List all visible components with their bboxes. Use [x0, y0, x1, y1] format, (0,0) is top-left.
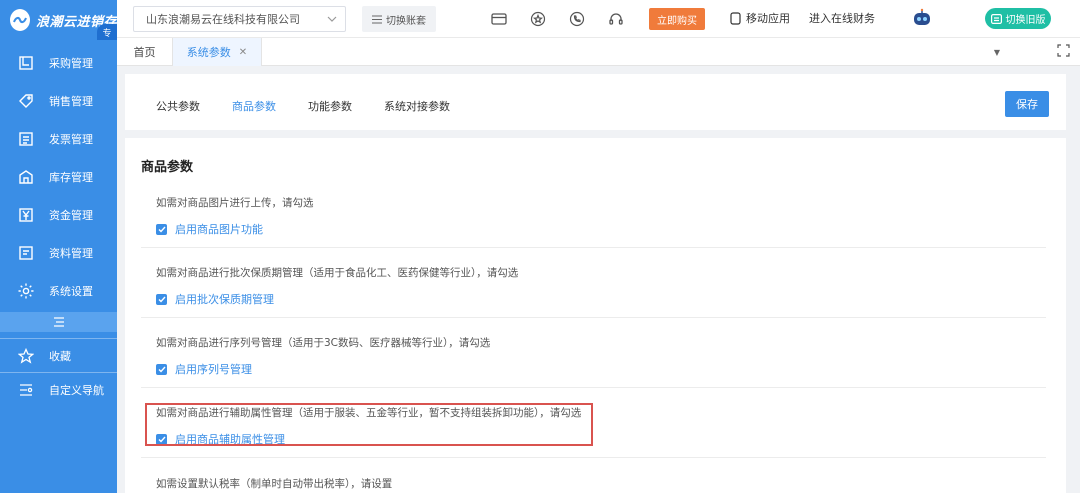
scrollbar[interactable]: [1074, 66, 1080, 493]
assistant-robot-icon[interactable]: [911, 8, 933, 30]
option-description: 如需设置默认税率（制单时自动带出税率），请设置: [156, 478, 393, 490]
switch-old-label: 切换旧版: [1005, 15, 1046, 26]
checkbox-checked-icon[interactable]: [156, 293, 167, 305]
nav-label: 自定义导航: [49, 383, 104, 397]
buy-now-button[interactable]: 立即购买: [649, 8, 705, 30]
nav-label: 资料管理: [49, 247, 93, 260]
yen-icon: [17, 206, 35, 224]
section-title: 商品参数: [141, 160, 194, 175]
save-button[interactable]: 保存: [1005, 91, 1049, 117]
close-icon[interactable]: ✕: [239, 47, 247, 58]
nav-item-settings[interactable]: 系统设置: [0, 272, 117, 310]
mobile-icon: [730, 11, 741, 25]
tab-home[interactable]: 首页: [117, 38, 172, 66]
option-checkbox-row[interactable]: 启用商品图片功能: [156, 221, 1046, 237]
param-tabs-card: 公共参数 商品参数 功能参数 系统对接参数 保存: [125, 74, 1066, 130]
nav-label: 系统设置: [49, 285, 93, 298]
fullscreen-icon[interactable]: [1057, 44, 1070, 60]
checkbox-checked-icon[interactable]: [156, 223, 167, 235]
divider: [141, 457, 1046, 458]
warehouse-icon: [17, 168, 35, 186]
switch-account-button[interactable]: 切换账套: [362, 6, 436, 32]
option-description: 如需对商品进行序列号管理（适用于3C数码、医疗器械等行业），请勾选: [156, 337, 491, 349]
mobile-app-link[interactable]: 移动应用: [730, 10, 790, 26]
card-icon[interactable]: [490, 10, 508, 28]
edition-badge: 专: [97, 24, 117, 40]
option-label: 启用批次保质期管理: [175, 293, 274, 306]
collapse-menu-button[interactable]: [0, 312, 117, 332]
nav-label: 资金管理: [49, 209, 93, 222]
list-icon: [372, 14, 382, 24]
subtab-integration[interactable]: 系统对接参数: [384, 98, 450, 114]
nav-item-purchase[interactable]: 采购管理: [0, 44, 117, 82]
nav-item-data[interactable]: 资料管理: [0, 234, 117, 272]
nav-item-inventory[interactable]: 库存管理: [0, 158, 117, 196]
purchase-icon: [17, 54, 35, 72]
option-checkbox-row[interactable]: 启用批次保质期管理: [156, 291, 1046, 307]
option-checkbox-row[interactable]: 启用序列号管理: [156, 361, 1046, 377]
subtab-public[interactable]: 公共参数: [156, 98, 200, 114]
tag-icon: [17, 92, 35, 110]
switch-icon: [990, 13, 1002, 24]
switch-old-version-button[interactable]: 切换旧版: [985, 8, 1051, 29]
logo: 浪潮云进销存 专: [0, 0, 117, 40]
option-description: 如需对商品进行批次保质期管理（适用于食品化工、医药保健等行业），请勾选: [156, 267, 519, 279]
sidebar: 浪潮云进销存 专 采购管理 销售管理 发票管理 库存管理 资金管理 资料管理 系…: [0, 0, 117, 493]
subtab-function[interactable]: 功能参数: [308, 98, 352, 114]
divider: [141, 247, 1046, 248]
nav-item-sales[interactable]: 销售管理: [0, 82, 117, 120]
tab-label: 系统参数: [186, 46, 231, 59]
option-default-tax-rate: 如需设置默认税率（制单时自动带出税率），请设置: [141, 476, 1046, 491]
star-icon: [17, 347, 35, 365]
switch-account-label: 切换账套: [386, 15, 426, 27]
option-label: 启用序列号管理: [175, 363, 252, 376]
highlight-box: [145, 403, 593, 446]
badge-icon[interactable]: [529, 10, 547, 28]
nav-label: 库存管理: [49, 171, 93, 184]
page-tabs: 首页 系统参数 ✕ ▼: [117, 38, 1080, 66]
nav-item-invoice[interactable]: 发票管理: [0, 120, 117, 158]
logo-wave-icon: [10, 9, 30, 31]
option-product-image: 如需对商品图片进行上传，请勾选 启用商品图片功能: [141, 195, 1046, 237]
menu-list-icon: [53, 317, 64, 327]
subtab-product[interactable]: 商品参数: [232, 98, 276, 114]
top-header: 山东浪潮易云在线科技有限公司 切换账套 立即购买 移动应用 进入在线财务 切换旧…: [117, 0, 1080, 38]
custom-nav-icon: [17, 381, 35, 399]
gear-icon: [17, 282, 35, 300]
tab-system-params[interactable]: 系统参数 ✕: [172, 38, 262, 66]
headset-icon[interactable]: [607, 10, 625, 28]
option-label: 启用商品图片功能: [175, 223, 263, 236]
mobile-app-label: 移动应用: [746, 12, 790, 25]
chevron-down-icon: [327, 16, 337, 22]
document-icon: [17, 244, 35, 262]
tabs-dropdown-icon[interactable]: ▼: [994, 48, 1000, 57]
nav-item-funds[interactable]: 资金管理: [0, 196, 117, 234]
nav-label: 发票管理: [49, 133, 93, 146]
nav-label: 销售管理: [49, 95, 93, 108]
divider: [141, 317, 1046, 318]
option-serial-number: 如需对商品进行序列号管理（适用于3C数码、医疗器械等行业），请勾选 启用序列号管…: [141, 335, 1046, 377]
checkbox-checked-icon[interactable]: [156, 363, 167, 375]
nav-label: 采购管理: [49, 57, 93, 70]
divider: [141, 387, 1046, 388]
nav-label: 收藏: [49, 349, 71, 363]
option-batch-shelf-life: 如需对商品进行批次保质期管理（适用于食品化工、医药保健等行业），请勾选 启用批次…: [141, 265, 1046, 307]
online-finance-link[interactable]: 进入在线财务: [809, 10, 875, 26]
company-name: 山东浪潮易云在线科技有限公司: [146, 13, 300, 26]
option-description: 如需对商品图片进行上传，请勾选: [156, 197, 314, 209]
phone-icon[interactable]: [568, 10, 586, 28]
invoice-icon: [17, 130, 35, 148]
company-select[interactable]: 山东浪潮易云在线科技有限公司: [133, 6, 346, 32]
nav-item-custom-nav[interactable]: 自定义导航: [0, 372, 117, 406]
nav-item-favorites[interactable]: 收藏: [0, 338, 117, 372]
